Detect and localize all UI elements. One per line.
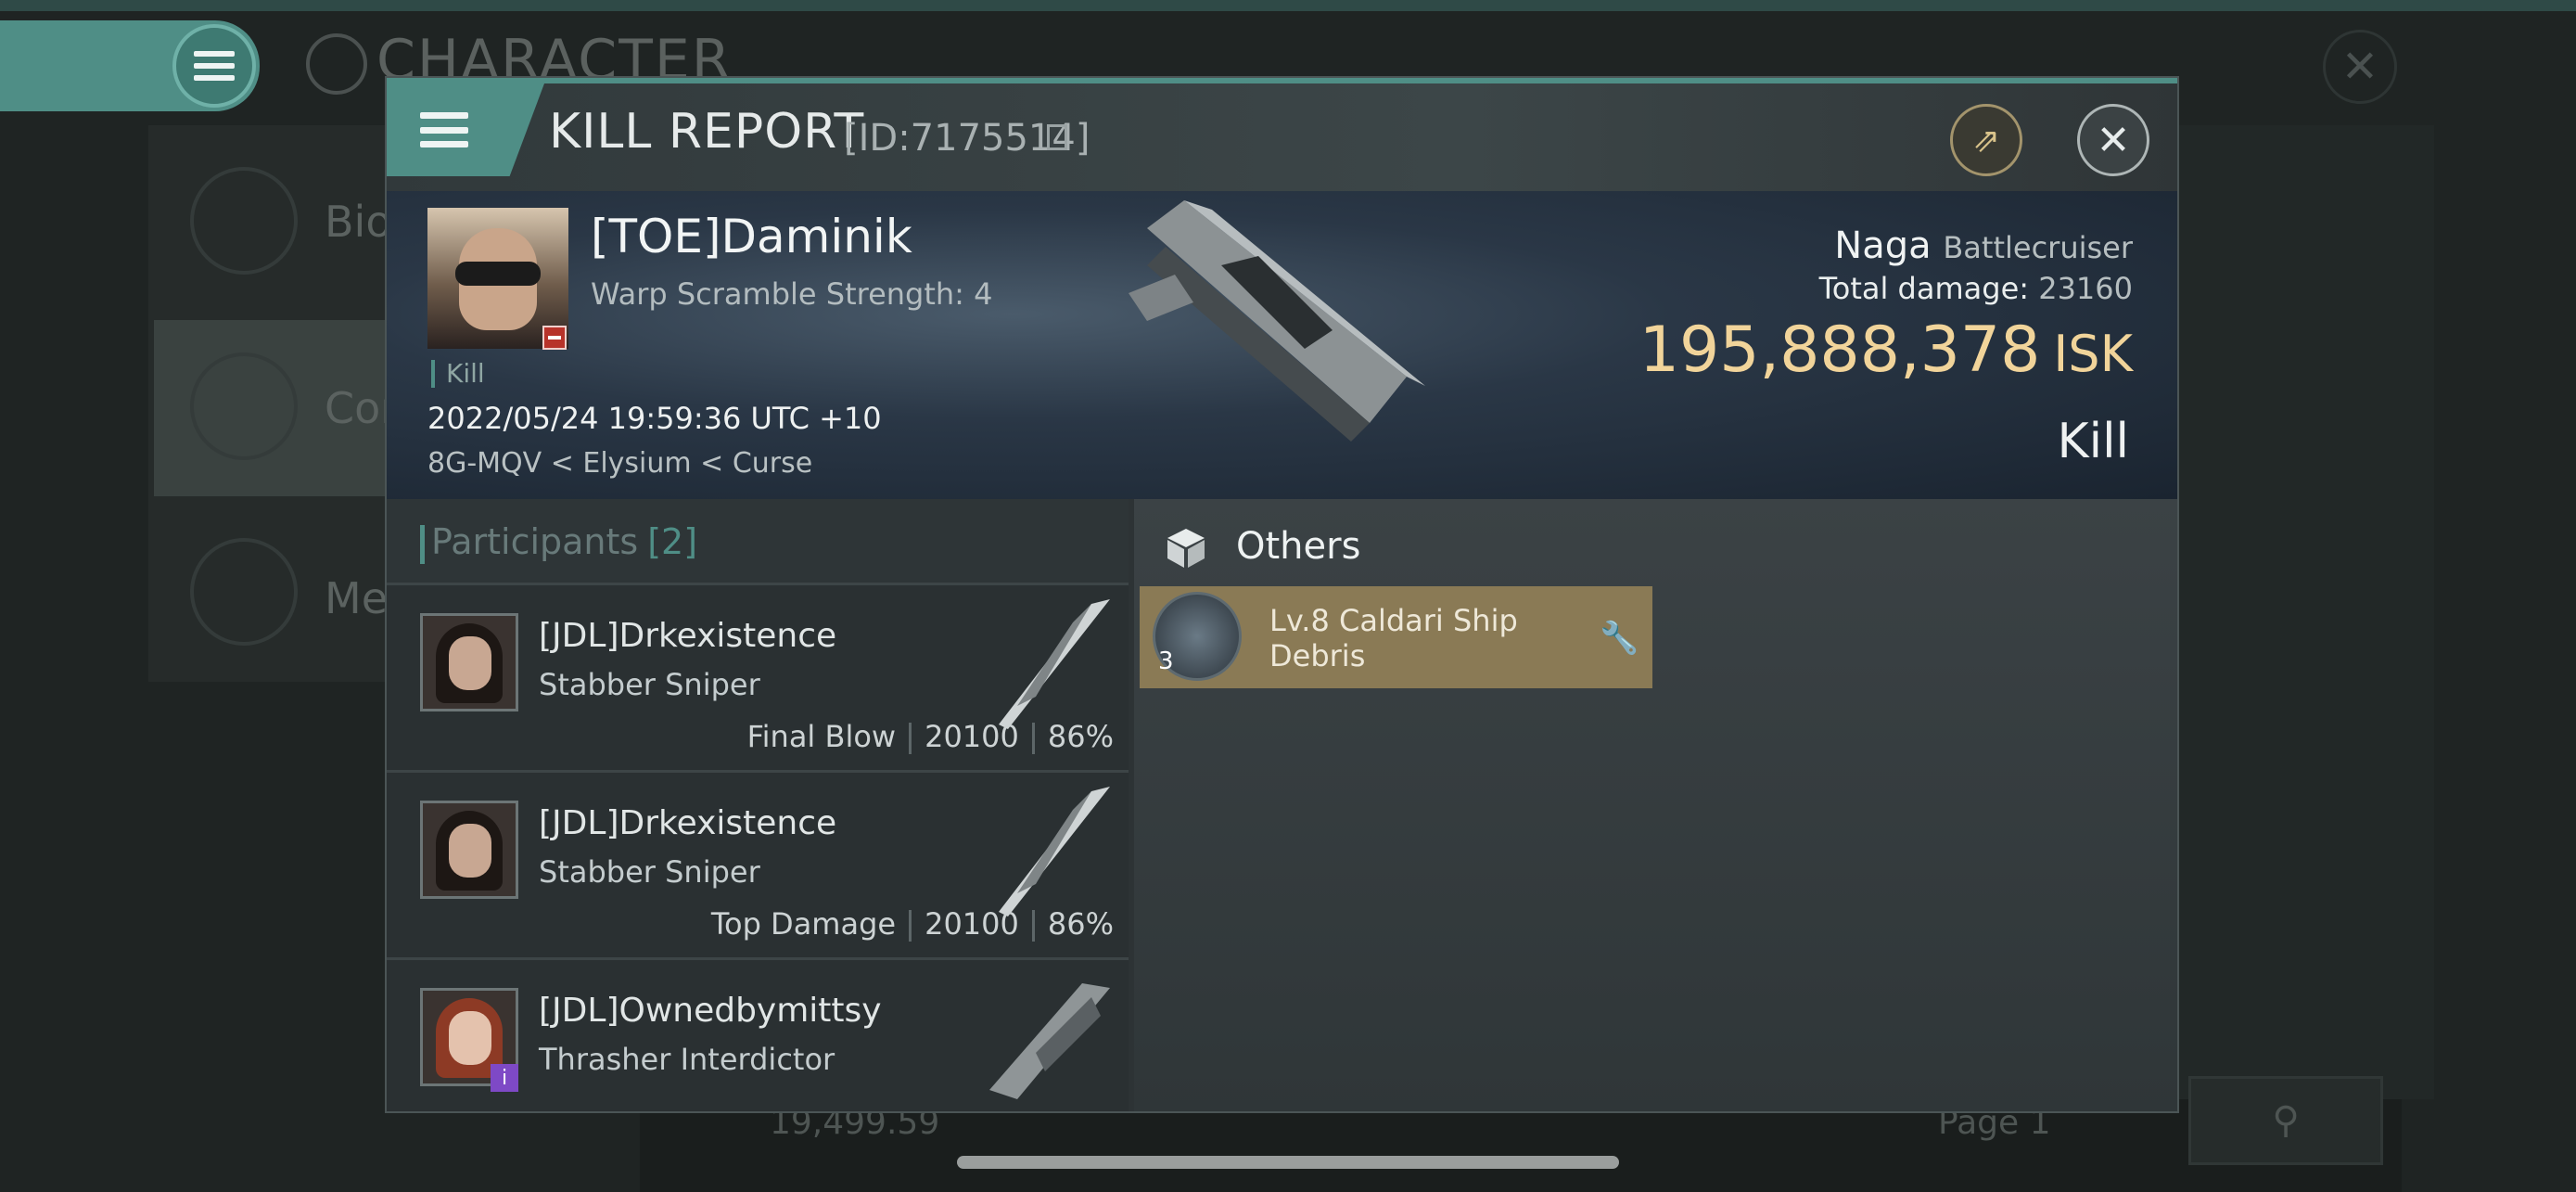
warp-scramble-strength: Warp Scramble Strength: 4 bbox=[591, 276, 993, 312]
participant-name: [JDL]Ownedbymittsy bbox=[539, 992, 882, 1030]
participant-name: [JDL]Drkexistence bbox=[539, 804, 837, 842]
ship-name: Naga Battlecruiser bbox=[1834, 224, 2133, 267]
kill-result: Kill bbox=[2057, 414, 2129, 469]
participant-ship-image bbox=[989, 983, 1110, 1099]
menu-icon[interactable] bbox=[172, 24, 256, 108]
participant-damage: 20100 bbox=[925, 906, 1019, 942]
combat-icon bbox=[190, 352, 298, 460]
side-item-medals[interactable]: Me bbox=[325, 573, 388, 623]
kill-location: 8G-MQV < Elysium < Curse bbox=[427, 447, 813, 480]
close-icon: ✕ bbox=[2096, 116, 2131, 164]
kill-tag: Kill bbox=[431, 360, 485, 388]
ship-type[interactable]: Naga bbox=[1834, 224, 1931, 267]
participant-percent: 86% bbox=[1047, 906, 1114, 942]
modal-header: KILL REPORT [ID:7175514] ⇗ ✕ bbox=[387, 83, 2177, 191]
dropped-item-card[interactable]: 3 Lv.8 Caldari Ship Debris 🔧 bbox=[1140, 586, 1652, 688]
bio-icon bbox=[190, 167, 298, 275]
hamburger-icon bbox=[420, 112, 468, 147]
wrench-icon: 🔧 bbox=[1600, 620, 1639, 657]
victim-ship-image bbox=[1129, 200, 1425, 442]
participants-label: Participants bbox=[431, 521, 639, 562]
participants-title: Participants [2] bbox=[431, 521, 697, 562]
modal-title: KILL REPORT bbox=[549, 104, 865, 160]
participant-avatar bbox=[420, 613, 518, 711]
copy-icon[interactable] bbox=[1047, 124, 1067, 150]
participant-row[interactable]: [JDL]Drkexistence Stabber Sniper Final B… bbox=[387, 583, 1129, 770]
share-icon: ⇗ bbox=[1971, 121, 2001, 160]
ship-class: Battlecruiser bbox=[1943, 230, 2133, 265]
participant-tag: Final Blow bbox=[746, 719, 897, 754]
participant-row[interactable]: [JDL]Drkexistence Stabber Sniper Top Dam… bbox=[387, 770, 1129, 957]
others-title: Others bbox=[1236, 525, 1361, 568]
top-status-bar bbox=[0, 0, 2576, 11]
filter-icon[interactable]: ⚲ bbox=[2188, 1076, 2383, 1165]
home-indicator bbox=[957, 1156, 1619, 1169]
participants-count: [2] bbox=[647, 521, 698, 562]
participant-ship-image bbox=[999, 599, 1110, 729]
modal-menu-button[interactable] bbox=[387, 83, 544, 176]
victim-name[interactable]: [TOE]Daminik bbox=[591, 210, 912, 263]
background-right-panel bbox=[2174, 125, 2434, 1099]
item-quantity: 3 bbox=[1158, 647, 1174, 675]
isk-value: 195,888,378 ISK bbox=[1639, 314, 2133, 387]
victim-banner: [TOE]Daminik Warp Scramble Strength: 4 K… bbox=[387, 191, 2177, 499]
total-damage-label: Total damage: bbox=[1818, 271, 2030, 306]
medal-icon bbox=[190, 538, 298, 646]
isk-amount: 195,888,378 bbox=[1639, 314, 2041, 387]
participant-ship-image bbox=[999, 787, 1110, 916]
share-button[interactable]: ⇗ bbox=[1950, 104, 2022, 176]
side-item-bio[interactable]: Bio bbox=[325, 197, 391, 247]
participant-stats: Final Blow 20100 86% bbox=[747, 719, 1114, 754]
kill-datetime: 2022/05/24 19:59:36 UTC +10 bbox=[427, 401, 882, 436]
box-icon bbox=[1167, 529, 1205, 568]
participant-name: [JDL]Drkexistence bbox=[539, 617, 837, 655]
item-name: Lv.8 Caldari Ship Debris bbox=[1269, 603, 1518, 673]
kill-report-modal: KILL REPORT [ID:7175514] ⇗ ✕ [TOE]Damini… bbox=[385, 76, 2179, 1113]
total-damage-value: 23160 bbox=[2038, 271, 2133, 306]
participant-row[interactable]: i [JDL]Ownedbymittsy Thrasher Interdicto… bbox=[387, 957, 1129, 1111]
info-badge-icon: i bbox=[491, 1064, 518, 1092]
participant-ship: Stabber Sniper bbox=[539, 854, 760, 890]
background-close-icon[interactable]: ✕ bbox=[2323, 30, 2397, 104]
isk-unit: ISK bbox=[2053, 325, 2133, 383]
character-icon bbox=[306, 33, 367, 95]
participant-percent: 86% bbox=[1047, 719, 1114, 754]
participant-ship: Thrasher Interdictor bbox=[539, 1042, 835, 1077]
participants-panel: Participants [2] [JDL]Drkexistence Stabbe… bbox=[387, 499, 1129, 1111]
close-button[interactable]: ✕ bbox=[2077, 104, 2149, 176]
participants-header-bar bbox=[420, 525, 425, 564]
others-panel: Others 3 Lv.8 Caldari Ship Debris 🔧 bbox=[1134, 499, 2177, 1111]
participant-damage: 20100 bbox=[925, 719, 1019, 754]
total-damage: Total damage: 23160 bbox=[1819, 271, 2133, 306]
participant-ship: Stabber Sniper bbox=[539, 667, 760, 702]
participant-tag: Top Damage bbox=[710, 906, 897, 942]
hostile-badge-icon bbox=[542, 326, 567, 350]
participant-avatar bbox=[420, 801, 518, 899]
participants-header: Participants [2] bbox=[387, 499, 1129, 583]
participant-stats: Top Damage 20100 86% bbox=[711, 906, 1114, 942]
